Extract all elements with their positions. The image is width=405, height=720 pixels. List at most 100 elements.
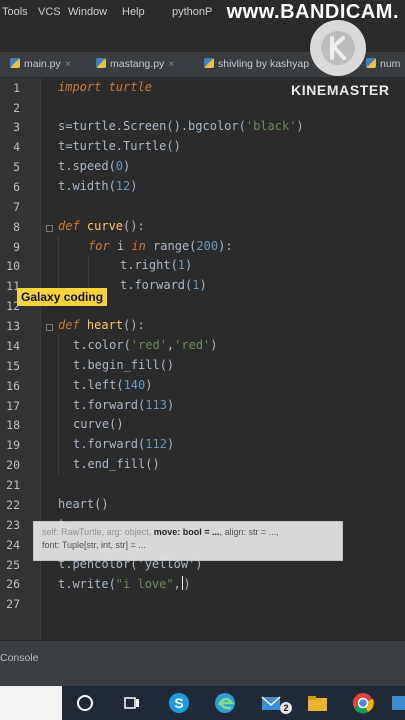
close-paren: ): [183, 577, 191, 591]
menu-help[interactable]: Help: [122, 6, 145, 18]
line-number: 17: [6, 399, 20, 413]
code-text: ): [296, 119, 304, 133]
tab-label: num: [380, 58, 401, 70]
code-text: heart(): [58, 497, 109, 511]
number-literal: 140: [123, 378, 146, 392]
line-number: 4: [13, 140, 20, 154]
code-text: t.width(: [58, 179, 116, 193]
fold-icon[interactable]: [46, 225, 53, 232]
python-file-icon: [204, 58, 214, 68]
keyword: def: [58, 219, 87, 233]
line-number: 2: [13, 101, 20, 115]
line-number: 1: [13, 81, 20, 95]
code-text: curve(): [73, 417, 124, 431]
code-text: ): [145, 378, 153, 392]
line-number: 26: [6, 577, 20, 591]
tab-label: shivling by kashyap: [218, 58, 310, 70]
caption-sticker: Galaxy coding: [17, 288, 108, 306]
code-text: t.speed(: [58, 159, 116, 173]
tab-mastang-py[interactable]: mastang.py ×: [96, 58, 174, 70]
tooltip-line-2: font: Tuple[str, int, str] = ...: [42, 540, 146, 550]
code-line-3: s=turtle.Screen().bgcolor('black'): [58, 119, 304, 133]
number-literal: 1: [177, 258, 186, 272]
function-name: curve: [86, 219, 124, 233]
code-text: t.write(: [58, 577, 116, 591]
tab-num[interactable]: num: [366, 58, 400, 70]
keyword: def: [58, 318, 87, 332]
line-number: 10: [6, 259, 20, 273]
line-number: 18: [6, 418, 20, 432]
code-text: range(: [153, 239, 197, 253]
python-file-icon: [10, 58, 20, 68]
windows-taskbar: S 2: [0, 686, 405, 720]
line-number: 27: [6, 597, 20, 611]
line-number: 9: [13, 240, 20, 254]
string-literal: "i love": [115, 577, 174, 591]
tab-label: mastang.py: [110, 58, 165, 70]
keyword: for: [88, 239, 117, 253]
code-line-14: t.color('red','red'): [73, 338, 218, 352]
edge-icon[interactable]: [212, 690, 238, 716]
code-text: t.forward(: [73, 437, 146, 451]
code-text: t.forward(: [120, 278, 193, 292]
fold-icon[interactable]: [46, 324, 53, 331]
mail-count-badge: 2: [280, 702, 292, 714]
code-text: s=turtle.Screen().bgcolor(: [58, 119, 246, 133]
code-text: ): [130, 179, 138, 193]
code-line-26: t.write("i love",): [58, 576, 191, 591]
code-line-19: t.forward(112): [73, 437, 174, 451]
code-text: t.forward(: [73, 398, 146, 412]
tab-shivling[interactable]: shivling by kashyap: [204, 58, 309, 70]
console-panel[interactable]: Console: [0, 640, 405, 688]
line-number: 7: [13, 200, 20, 214]
file-explorer-icon[interactable]: [304, 690, 330, 716]
menu-tools[interactable]: Tools: [2, 6, 28, 18]
function-name: heart: [86, 318, 124, 332]
code-line-5: t.speed(0): [58, 159, 130, 173]
number-literal: 200: [196, 239, 219, 253]
svg-text:S: S: [174, 695, 183, 711]
code-line-4: t=turtle.Turtle(): [58, 139, 181, 153]
indent-guide: [88, 256, 89, 290]
code-line-15: t.begin_fill(): [73, 358, 174, 372]
code-text: t.left(: [73, 378, 124, 392]
code-line-17: t.forward(113): [73, 398, 174, 412]
menu-vcs[interactable]: VCS: [38, 6, 61, 18]
close-icon[interactable]: ×: [65, 58, 71, 70]
line-number: 13: [6, 319, 20, 333]
mail-icon[interactable]: [258, 690, 284, 716]
code-line-1: import turtle: [58, 80, 152, 94]
task-view-icon[interactable]: [118, 690, 144, 716]
keyword: in: [131, 239, 154, 253]
close-icon[interactable]: ×: [168, 58, 174, 70]
code-text: ): [166, 437, 175, 451]
code-line-18: curve(): [73, 417, 124, 431]
code-text: ): [210, 338, 218, 352]
code-text: t=turtle.Turtle(): [58, 139, 181, 153]
console-tab[interactable]: Console: [0, 652, 39, 664]
code-text: ): [185, 258, 193, 272]
line-number: 16: [6, 379, 20, 393]
line-number: 25: [6, 558, 20, 572]
chrome-icon[interactable]: [350, 690, 376, 716]
code-text: ): [199, 278, 207, 292]
code-line-22: heart(): [58, 497, 109, 511]
string-literal: 'black': [245, 119, 297, 133]
code-text: ):: [218, 239, 233, 253]
number-literal: 113: [145, 398, 167, 412]
line-number: 21: [6, 478, 20, 492]
code-line-8: def curve():: [58, 219, 145, 233]
tab-main-py[interactable]: main.py ×: [10, 58, 71, 70]
menu-window[interactable]: Window: [68, 6, 107, 18]
cortana-icon[interactable]: [72, 690, 98, 716]
skype-icon[interactable]: S: [166, 690, 192, 716]
search-box[interactable]: [0, 686, 62, 720]
code-line-20: t.end_fill(): [73, 457, 160, 471]
code-text: ():: [123, 219, 145, 233]
kinemaster-watermark: KINEMASTER: [291, 82, 390, 98]
kinemaster-logo-icon: [310, 20, 366, 76]
indent-guide: [58, 236, 59, 290]
other-app-icon[interactable]: [392, 690, 405, 716]
string-literal: 'red': [174, 338, 211, 352]
code-line-11: t.forward(1): [120, 278, 207, 292]
